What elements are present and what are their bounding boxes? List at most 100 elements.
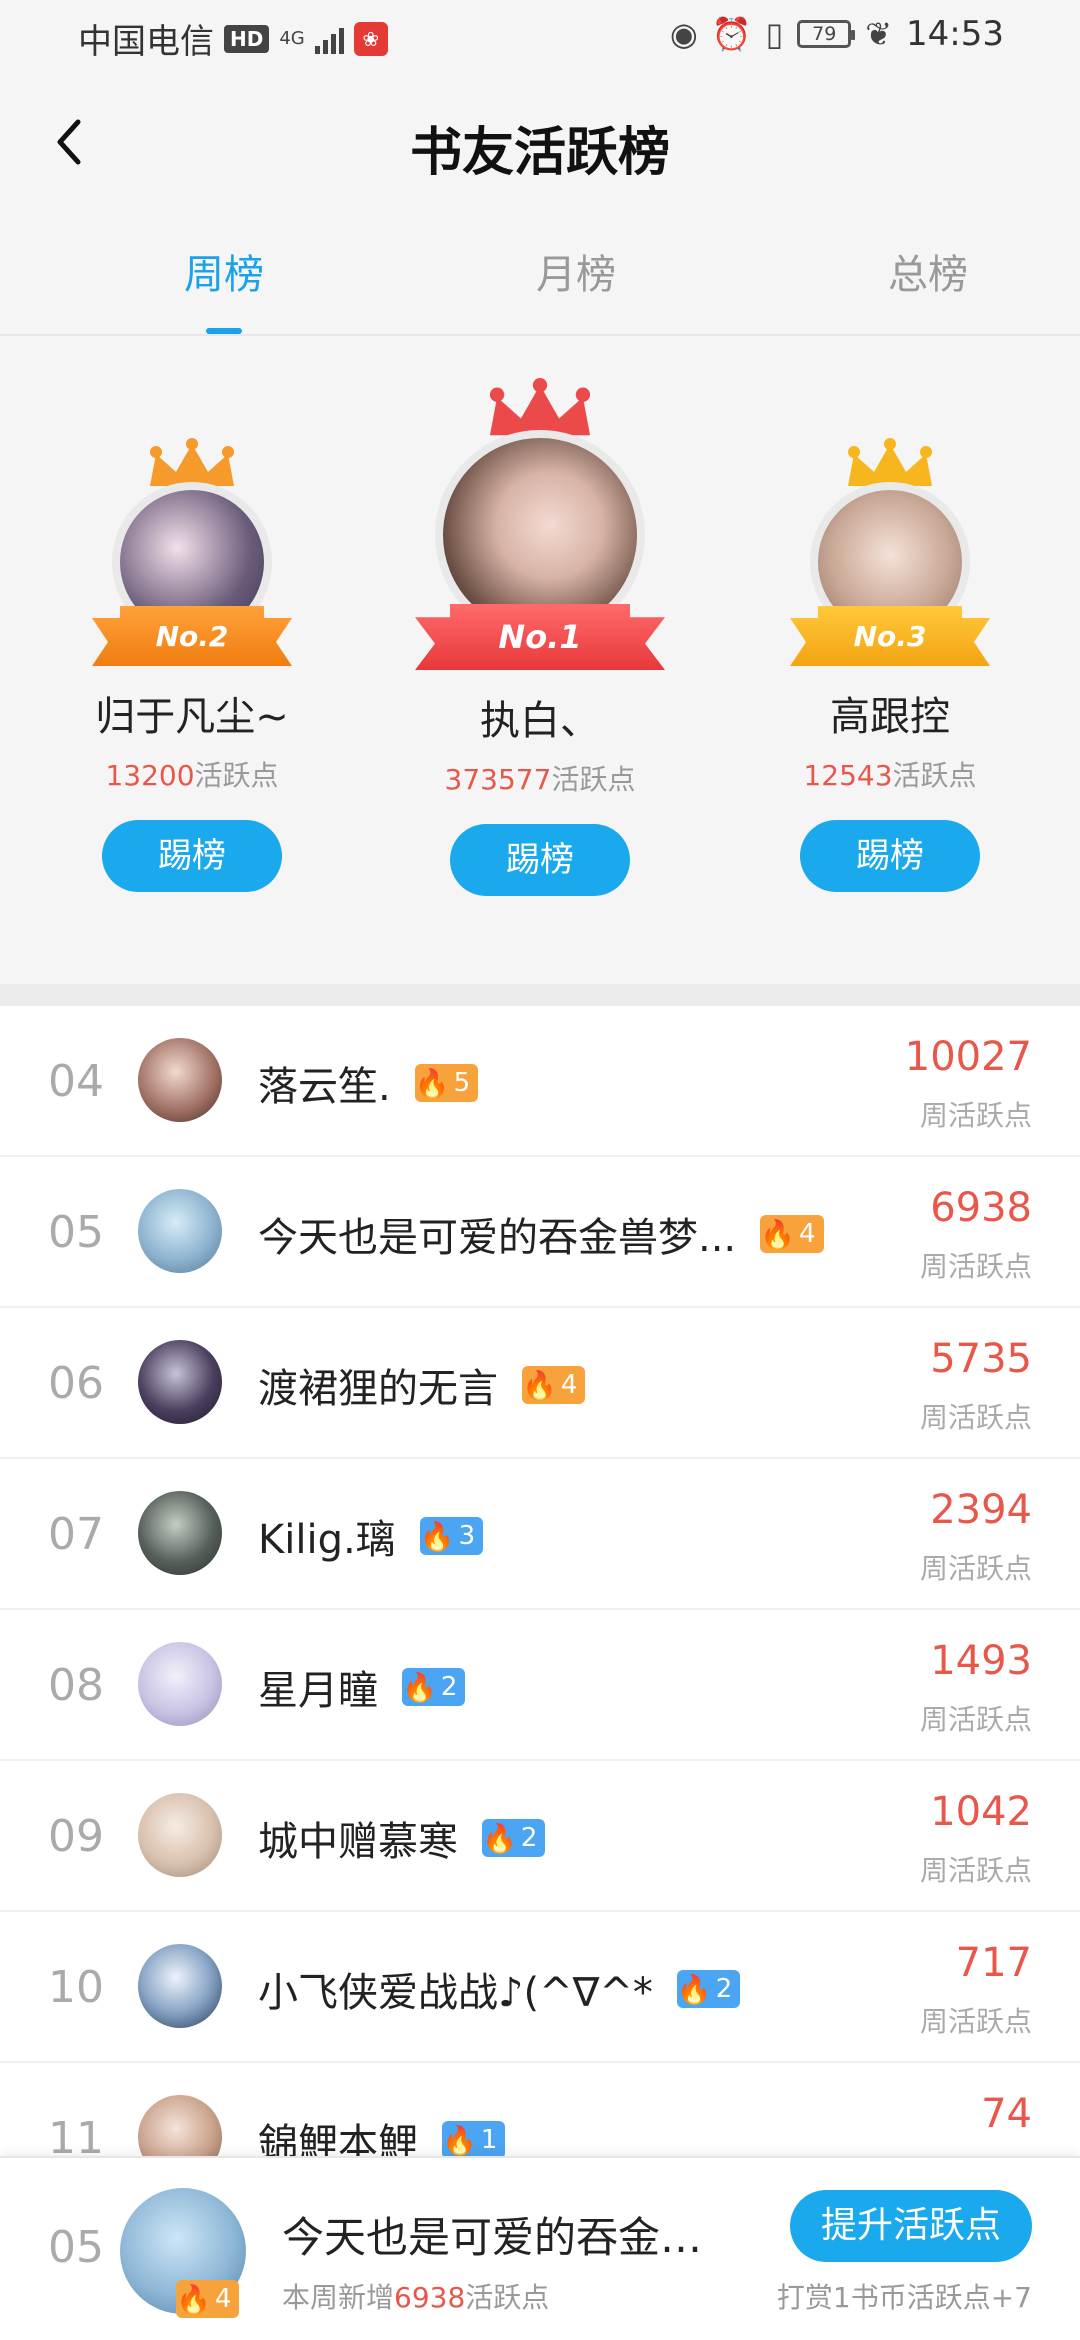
level-badge: 🔥 5	[414, 1064, 479, 1102]
flame-icon: 🔥	[760, 1217, 796, 1251]
tab-bar: 周榜 月榜 总榜	[0, 212, 1080, 336]
kick-button[interactable]: 踢榜	[800, 820, 980, 892]
level-badge: 🔥 2	[402, 1668, 466, 1706]
rank-ribbon: No.2	[92, 606, 292, 666]
user-name-wrap: 小飞侠爱战战♪(^∇^* 🔥 2	[258, 1960, 741, 2018]
app-notification-icon: ❀	[353, 21, 388, 56]
alarm-icon: ⏰	[711, 15, 752, 53]
list-item[interactable]: 08 星月瞳 🔥 2 1493 周活跃点	[0, 1610, 1080, 1761]
score-value: 6938	[930, 1185, 1032, 1231]
user-name-wrap: 落云笙. 🔥 5	[258, 1054, 479, 1112]
status-left: 中国电信 HD 4G ❀	[78, 14, 388, 63]
flame-icon: 🔥	[676, 1972, 712, 2006]
avatar[interactable]	[138, 1340, 222, 1424]
status-bar: 中国电信 HD 4G ❀ ◉ ⏰ ▯ 79 ❦ 14:53	[0, 0, 1080, 72]
score-label: 周活跃点	[919, 1552, 1032, 1585]
tab-weekly[interactable]: 周榜	[124, 242, 324, 300]
avatar[interactable]	[138, 2095, 222, 2156]
eye-icon: ◉	[669, 15, 698, 53]
level-value: 5	[453, 1068, 471, 1098]
user-name: Kilig.璃	[258, 1517, 396, 1563]
rank-number: 09	[48, 1811, 104, 1862]
rank-number: 10	[48, 1962, 104, 2013]
level-value: 4	[799, 1219, 816, 1249]
summary-points: 6938	[394, 2281, 466, 2314]
score-label: 周活跃点	[919, 1250, 1032, 1283]
user-name: 星月瞳	[258, 1668, 378, 1714]
score-value: 74	[981, 2091, 1032, 2137]
points-suffix: 活跃点	[892, 759, 977, 792]
user-name: 城中赠慕寒	[258, 1819, 458, 1865]
ranking-list: 04 落云笙. 🔥 5 10027 周活跃点 05 今天也是可爱的吞金兽梦... 🔥 4…	[0, 1006, 1080, 2156]
points-value: 12543	[803, 759, 893, 792]
podium-third: No.3 高跟控 12543活跃点 踢榜	[760, 438, 1020, 892]
level-value: 2	[520, 1823, 538, 1853]
tab-total[interactable]: 总榜	[828, 242, 1028, 300]
header: 书友活跃榜	[0, 72, 1080, 212]
kick-button[interactable]: 踢榜	[450, 824, 630, 896]
avatar[interactable]	[138, 1189, 222, 1273]
avatar[interactable]	[138, 1038, 222, 1122]
signal-icon	[314, 24, 344, 54]
avatar[interactable]	[138, 1793, 222, 1877]
level-value: 3	[458, 1521, 476, 1551]
list-item[interactable]: 04 落云笙. 🔥 5 10027 周活跃点	[0, 1006, 1080, 1157]
level-badge: 🔥 2	[482, 1819, 546, 1857]
my-rank-bar: 05 🔥 4 今天也是可爱的吞金兽... 本周新增6938活跃点 提升活跃点 打赏…	[0, 2156, 1080, 2340]
list-item[interactable]: 10 小飞侠爱战战♪(^∇^* 🔥 2 717 周活跃点	[0, 1912, 1080, 2063]
kick-button[interactable]: 踢榜	[102, 820, 282, 892]
my-weekly-summary: 本周新增6938活跃点	[282, 2276, 549, 2316]
level-badge: 🔥 1	[442, 2121, 506, 2156]
my-rank-number: 05	[48, 2222, 104, 2273]
list-item[interactable]: 07 Kilig.璃 🔥 3 2394 周活跃点	[0, 1459, 1080, 1610]
podium: No.2 归于凡尘~ 13200活跃点 踢榜 No.1 执白、 373577活跃…	[0, 338, 1080, 984]
score-label: 周活跃点	[919, 2005, 1032, 2038]
avatar[interactable]	[138, 1491, 222, 1575]
score-value: 717	[955, 1940, 1032, 1986]
rank-number: 07	[48, 1509, 104, 1560]
level-badge: 🔥 4	[522, 1366, 586, 1404]
flame-icon: 🔥	[402, 1670, 437, 1704]
rank-number: 06	[48, 1358, 104, 1409]
flame-icon: 🔥	[522, 1368, 557, 1402]
rank-number: 04	[48, 1056, 104, 1107]
points-suffix: 活跃点	[551, 763, 636, 796]
score-label: 周活跃点	[919, 1099, 1032, 1132]
list-item[interactable]: 05 今天也是可爱的吞金兽梦... 🔥 4 6938 周活跃点	[0, 1157, 1080, 1308]
carrier-label: 中国电信	[78, 22, 214, 62]
podium-name: 归于凡尘~	[95, 694, 289, 740]
list-item[interactable]: 09 城中赠慕寒 🔥 2 1042 周活跃点	[0, 1761, 1080, 1912]
user-name-wrap: 城中赠慕寒 🔥 2	[258, 1809, 546, 1867]
summary-suffix: 活跃点	[465, 2281, 550, 2314]
level-badge: 🔥 4	[176, 2280, 240, 2318]
level-value: 2	[440, 1672, 458, 1702]
flame-icon: 🔥	[419, 1519, 455, 1553]
battery-icon: 79	[797, 20, 856, 48]
avatar[interactable]	[138, 1642, 222, 1726]
user-name: 錦鯉本鯉	[258, 2121, 418, 2156]
level-value: 1	[480, 2125, 498, 2155]
boost-points-button[interactable]: 提升活跃点	[790, 2190, 1032, 2262]
list-item[interactable]: 06 渡裙狸的无言 🔥 4 5735 周活跃点	[0, 1308, 1080, 1459]
tab-monthly[interactable]: 月榜	[476, 242, 676, 300]
points-suffix: 活跃点	[194, 759, 279, 792]
list-item[interactable]: 11 錦鯉本鯉 🔥 1 74	[0, 2063, 1080, 2156]
score-value: 1493	[930, 1638, 1032, 1684]
podium-points: 373577活跃点	[380, 758, 700, 798]
section-divider	[0, 984, 1080, 1006]
rank-number: 05	[48, 1207, 104, 1258]
user-name: 今天也是可爱的吞金兽梦...	[258, 1215, 737, 1261]
score-value: 5735	[930, 1336, 1032, 1382]
avatar[interactable]	[138, 1944, 222, 2028]
level-value: 2	[715, 1974, 733, 2004]
rank-ribbon: No.1	[415, 604, 665, 670]
score-value: 10027	[904, 1034, 1032, 1080]
score-label: 周活跃点	[919, 1703, 1032, 1736]
status-right: ◉ ⏰ ▯ 79 ❦ 14:53	[670, 14, 1004, 54]
points-value: 373577	[444, 763, 552, 796]
user-name: 落云笙.	[258, 1064, 391, 1110]
summary-prefix: 本周新增	[282, 2281, 395, 2314]
user-name-wrap: Kilig.璃 🔥 3	[258, 1507, 484, 1565]
network-type-label: 4G	[279, 27, 305, 49]
user-name-wrap: 星月瞳 🔥 2	[258, 1658, 466, 1716]
